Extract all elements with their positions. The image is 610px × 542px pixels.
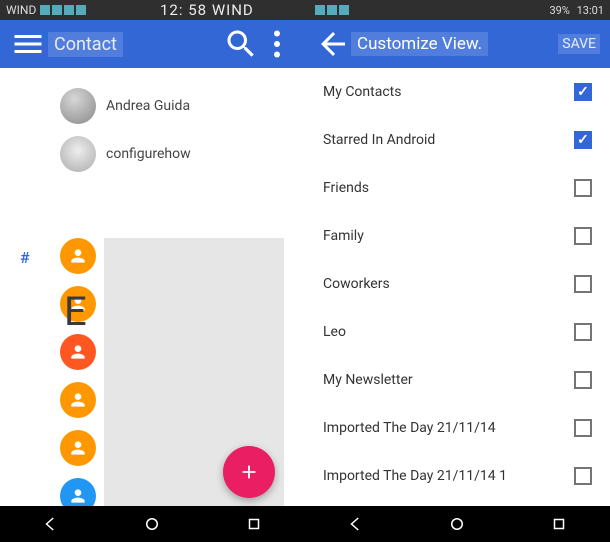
- avatar[interactable]: [60, 334, 96, 370]
- group-checkbox[interactable]: [574, 275, 592, 293]
- customize-pane: My Contacts Starred In Android Friends Fami…: [305, 68, 610, 506]
- group-checkbox[interactable]: [574, 419, 592, 437]
- group-checkbox[interactable]: [574, 83, 592, 101]
- appbar-contacts: Contact: [0, 20, 305, 68]
- page-title: Contact: [48, 32, 123, 57]
- group-checkbox[interactable]: [574, 227, 592, 245]
- nav-home-icon[interactable]: [132, 509, 172, 539]
- status-bar-left: WIND 12: 58 WIND: [0, 0, 305, 20]
- contact-item[interactable]: configurehow: [0, 130, 305, 178]
- group-item[interactable]: My Contacts: [305, 68, 610, 116]
- group-checkbox[interactable]: [574, 131, 592, 149]
- nav-home-icon[interactable]: [437, 509, 477, 539]
- avatar[interactable]: [60, 238, 96, 274]
- group-label: My Contacts: [323, 84, 574, 100]
- appbar-customize: Customize View. SAVE: [305, 20, 610, 68]
- group-item[interactable]: Imported The Day 21/11/14 1: [305, 452, 610, 500]
- status-icons-right: [315, 5, 349, 15]
- save-button[interactable]: SAVE: [558, 34, 600, 54]
- group-checkbox[interactable]: [574, 179, 592, 197]
- customize-title: Customize View.: [351, 32, 488, 56]
- group-item[interactable]: Family: [305, 212, 610, 260]
- overflow-menu-icon[interactable]: [259, 26, 295, 62]
- nav-recent-icon[interactable]: [234, 509, 274, 539]
- group-label: Imported The Day 21/11/14 1: [323, 468, 574, 484]
- contact-item[interactable]: Andrea Guida: [0, 82, 305, 130]
- status-icons-left: [40, 5, 86, 15]
- avatar: [60, 88, 96, 124]
- status-bar-right: 39% 13:01: [305, 0, 610, 20]
- group-checkbox[interactable]: [574, 323, 592, 341]
- clock-label: 13:01: [577, 4, 604, 17]
- search-icon[interactable]: [223, 26, 259, 62]
- status-time-center: 12: 58 WIND: [160, 1, 254, 19]
- nav-back-icon[interactable]: [31, 509, 71, 539]
- navbar-right: [305, 506, 610, 542]
- group-item[interactable]: Coworkers: [305, 260, 610, 308]
- group-label: Family: [323, 228, 574, 244]
- group-label: My Newsletter: [323, 372, 574, 388]
- group-item[interactable]: My Newsletter: [305, 356, 610, 404]
- contacts-pane: Andrea Guida configurehow # E: [0, 68, 305, 506]
- section-index: #: [20, 248, 30, 267]
- group-label: Friends: [323, 180, 574, 196]
- navbar-left: [0, 506, 305, 542]
- group-checkbox[interactable]: [574, 371, 592, 389]
- group-label: Imported The Day 21/11/14: [323, 420, 574, 436]
- contact-name: Andrea Guida: [106, 98, 190, 114]
- back-icon[interactable]: [315, 26, 351, 62]
- group-label: Coworkers: [323, 276, 574, 292]
- avatar[interactable]: [60, 430, 96, 466]
- nav-back-icon[interactable]: [336, 509, 376, 539]
- group-checkbox[interactable]: [574, 467, 592, 485]
- contact-name: configurehow: [106, 146, 191, 162]
- avatar-column: [60, 238, 96, 506]
- carrier-label: WIND: [6, 3, 36, 17]
- menu-icon[interactable]: [10, 26, 46, 62]
- group-label: Starred In Android: [323, 132, 574, 148]
- section-letter: E: [64, 288, 87, 335]
- group-item[interactable]: Friends: [305, 164, 610, 212]
- avatar: [60, 136, 96, 172]
- group-item[interactable]: Imported The Day 21/11/14: [305, 404, 610, 452]
- nav-recent-icon[interactable]: [539, 509, 579, 539]
- avatar[interactable]: [60, 382, 96, 418]
- add-contact-fab[interactable]: [223, 446, 275, 498]
- group-item[interactable]: Leo: [305, 308, 610, 356]
- group-label: Leo: [323, 324, 574, 340]
- group-item[interactable]: Starred In Android: [305, 116, 610, 164]
- battery-label: 39%: [549, 4, 569, 17]
- avatar[interactable]: [60, 478, 96, 506]
